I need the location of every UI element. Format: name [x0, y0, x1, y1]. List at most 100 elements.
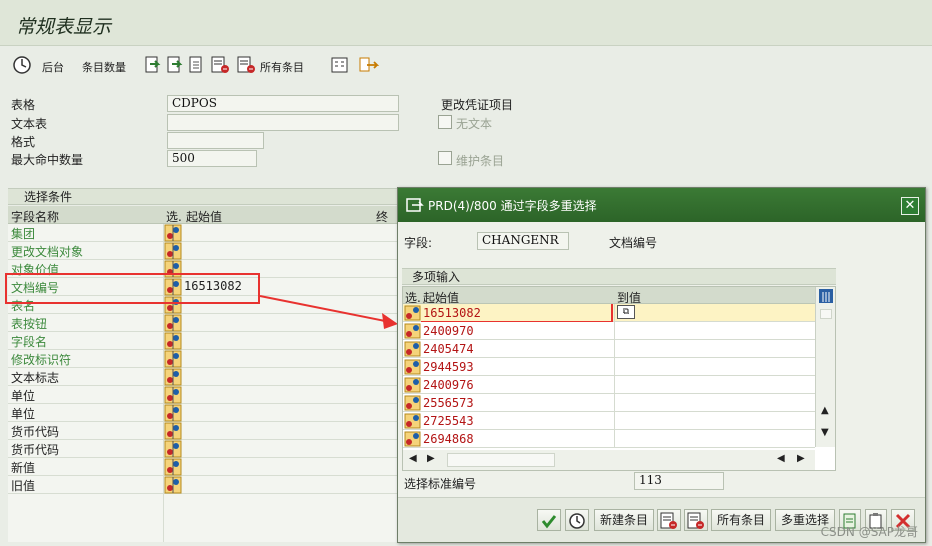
- start-value-cell[interactable]: 2556573: [423, 396, 474, 410]
- value-row: 2400976: [403, 376, 815, 394]
- start-value-cell[interactable]: 2400976: [423, 378, 474, 392]
- text-table-field[interactable]: [167, 114, 399, 131]
- maintain-entries-label: 维护条目: [456, 154, 505, 168]
- multiple-selection-icon[interactable]: [404, 377, 422, 393]
- multi-select-dialog: PRD(4)/800 通过字段多重选择 ✕ 字段: CHANGENR 文档编号 …: [397, 187, 926, 543]
- multiple-selection-icon[interactable]: [404, 341, 422, 357]
- field-name-label: 货币代码: [11, 425, 60, 439]
- range-options-icon[interactable]: ⧉: [617, 305, 635, 319]
- multiple-selection-icon[interactable]: [404, 323, 422, 339]
- col-field-name: 字段名称: [11, 210, 60, 224]
- field-name-label: 文本标志: [11, 371, 60, 385]
- field-name-label: 集团: [11, 227, 36, 241]
- columns-icon[interactable]: [818, 288, 834, 304]
- new-entry-button[interactable]: 新建条目: [594, 509, 654, 531]
- col-sel: 选.: [166, 210, 182, 224]
- selection-header-row: 字段名称 选. 起始值 终: [8, 206, 398, 224]
- all-rows-icon[interactable]: [236, 55, 256, 75]
- doc-icon[interactable]: [188, 55, 206, 75]
- doc-arrow-icon[interactable]: [144, 55, 162, 75]
- multiple-selection-icon[interactable]: [164, 404, 182, 422]
- vertical-scrollbar[interactable]: ▲ ▼: [815, 287, 835, 447]
- field-name-value: CHANGENR: [477, 232, 569, 250]
- scroll-left-icon[interactable]: ◀: [777, 453, 785, 464]
- scroll-left-icon[interactable]: ◀: [409, 453, 417, 464]
- start-value-cell[interactable]: 2725543: [423, 414, 474, 428]
- delete-rows-icon[interactable]: [210, 55, 230, 75]
- multiple-selection-icon[interactable]: [404, 431, 422, 447]
- delete-all-button[interactable]: [684, 509, 708, 531]
- watermark: CSDN @SAP龙哥: [820, 525, 918, 539]
- clock-icon: [569, 513, 585, 529]
- all-entries-button[interactable]: 所有条目: [260, 59, 304, 75]
- multiple-selection-icon[interactable]: [404, 413, 422, 429]
- selection-row: 集团: [8, 224, 398, 242]
- format-field[interactable]: [167, 132, 264, 149]
- scroll-right-icon[interactable]: ▶: [427, 453, 435, 464]
- multiple-selection-icon[interactable]: [164, 368, 182, 386]
- multiple-selection-icon[interactable]: [164, 476, 182, 494]
- selection-row: 旧值: [8, 476, 398, 494]
- confirm-button[interactable]: [537, 509, 561, 531]
- selection-row: 货币代码: [8, 422, 398, 440]
- field-label: 字段:: [404, 236, 433, 250]
- selection-row: 文本标志: [8, 368, 398, 386]
- doc-arrow-icon[interactable]: [166, 55, 184, 75]
- field-description: 文档编号: [609, 236, 658, 250]
- multiple-selection-icon[interactable]: [164, 314, 182, 332]
- horizontal-scrollbar[interactable]: ◀ ▶ ◀ ▶: [403, 450, 815, 470]
- multiple-selection-icon[interactable]: [164, 332, 182, 350]
- std-no-label: 选择标准编号: [404, 477, 477, 491]
- start-value-cell[interactable]: 2400970: [423, 324, 474, 338]
- field-name-label: 字段名: [11, 335, 48, 349]
- highlight-box: [5, 273, 260, 304]
- value-row: 2556573: [403, 394, 815, 412]
- multiple-selection-icon[interactable]: [164, 350, 182, 368]
- multiple-selection-icon[interactable]: [164, 458, 182, 476]
- start-value-cell[interactable]: 2405474: [423, 342, 474, 356]
- value-row: 2694868: [403, 430, 815, 448]
- page-title: 常规表显示: [16, 16, 112, 38]
- maintain-entries-checkbox[interactable]: [438, 151, 452, 165]
- calculator-icon[interactable]: [330, 55, 350, 75]
- multiple-selection-icon[interactable]: [164, 422, 182, 440]
- all-entries-button[interactable]: 所有条目: [711, 509, 771, 531]
- multiple-selection-icon[interactable]: [404, 359, 422, 375]
- std-no-field: 113: [634, 472, 724, 490]
- start-value-cell[interactable]: 2694868: [423, 432, 474, 446]
- multiple-selection-icon[interactable]: [164, 224, 182, 242]
- multiple-selection-icon[interactable]: [164, 440, 182, 458]
- format-label: 格式: [11, 135, 36, 149]
- entry-count-button[interactable]: 条目数量: [82, 59, 126, 75]
- close-icon[interactable]: ✕: [901, 197, 919, 215]
- delete-row-button[interactable]: [657, 509, 681, 531]
- multiple-selection-icon[interactable]: [164, 386, 182, 404]
- field-name-label: 修改标识符: [11, 353, 72, 367]
- field-name-label: 货币代码: [11, 443, 60, 457]
- execute-button[interactable]: [565, 509, 589, 531]
- table-field[interactable]: CDPOS: [167, 95, 399, 112]
- pointer-arrow-icon: [259, 295, 398, 329]
- selection-row: 货币代码: [8, 440, 398, 458]
- scroll-up-icon[interactable]: ▲: [821, 405, 829, 416]
- max-hits-field[interactable]: 500: [167, 150, 257, 167]
- selection-row: 更改文档对象: [8, 242, 398, 260]
- background-button[interactable]: 后台: [42, 59, 64, 75]
- export-icon[interactable]: [358, 55, 380, 75]
- field-name-label: 单位: [11, 389, 36, 403]
- multiple-selection-icon[interactable]: [164, 242, 182, 260]
- scroll-right-icon[interactable]: ▶: [797, 453, 805, 464]
- title-bar: 常规表显示: [0, 0, 932, 46]
- scroll-down-icon[interactable]: ▼: [821, 427, 829, 438]
- no-text-checkbox[interactable]: [438, 115, 452, 129]
- multi-input-header: 多项输入: [402, 268, 836, 285]
- col-start: 起始值: [186, 210, 223, 224]
- value-row: 2725543: [403, 412, 815, 430]
- execute-clock-icon[interactable]: [12, 55, 32, 75]
- multiple-selection-icon[interactable]: [404, 395, 422, 411]
- multiple-selection-icon[interactable]: [404, 305, 422, 321]
- field-name-label: 新值: [11, 461, 36, 475]
- start-value-cell[interactable]: 2944593: [423, 360, 474, 374]
- table-label: 表格: [11, 98, 36, 112]
- dialog-title: PRD(4)/800 通过字段多重选择: [428, 199, 597, 213]
